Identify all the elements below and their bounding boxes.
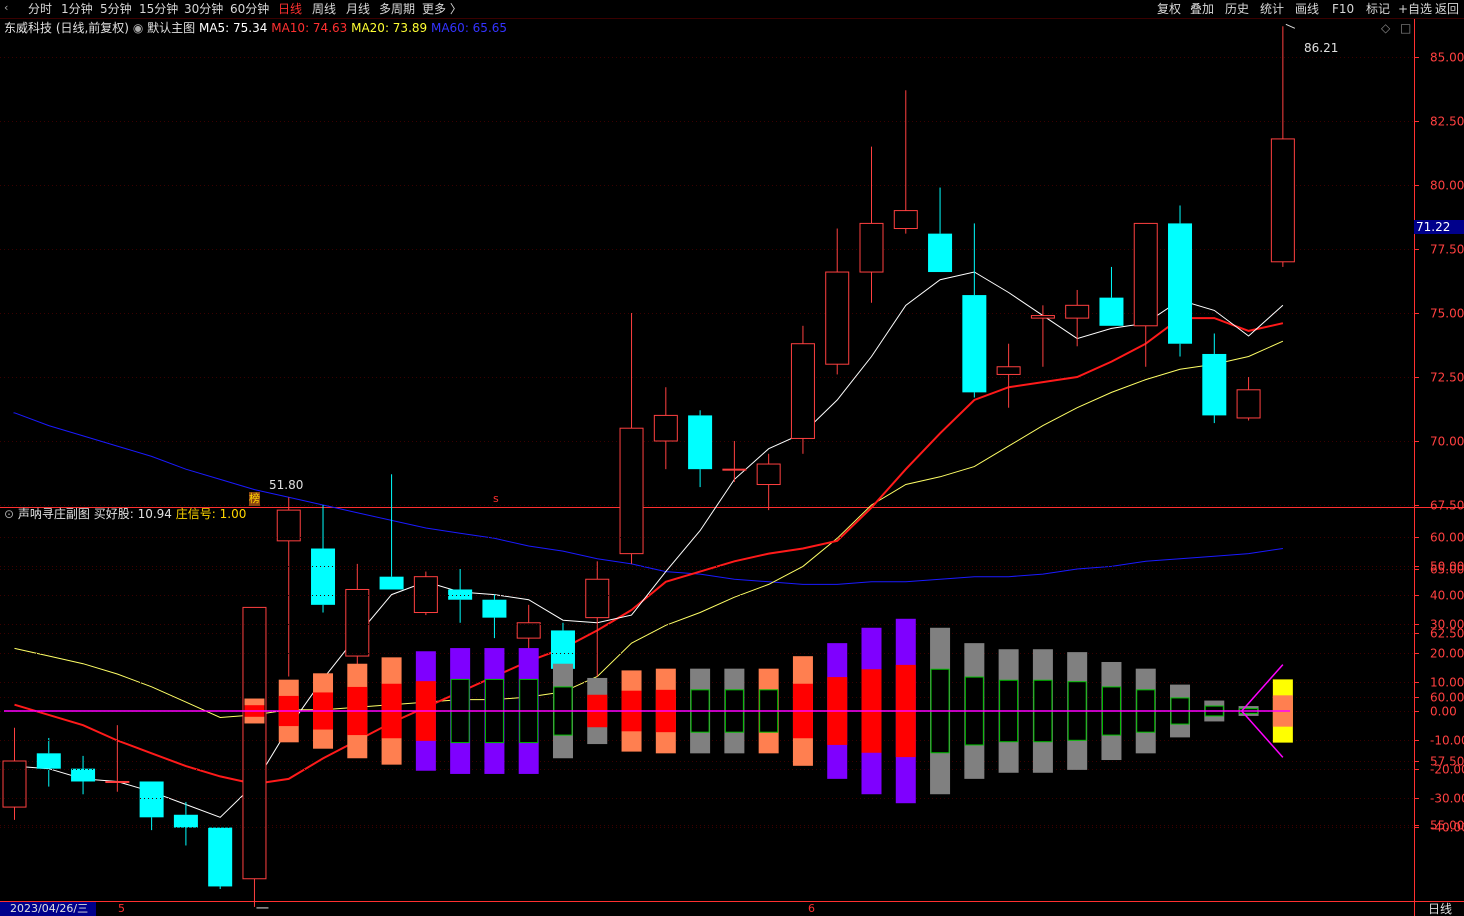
candle-body-up bbox=[653, 414, 678, 442]
ma10-value: MA10: 74.63 bbox=[271, 21, 348, 35]
sub-tick-label: 60.00 bbox=[1430, 531, 1464, 545]
ma20-value: MA20: 73.89 bbox=[351, 21, 428, 35]
candle-body-down bbox=[448, 589, 473, 600]
candle-body-up bbox=[242, 606, 267, 880]
candle-body-up bbox=[859, 222, 884, 273]
candle-body-up bbox=[1065, 304, 1090, 319]
candle-body-down bbox=[1168, 223, 1193, 344]
candle-body-up bbox=[516, 622, 541, 639]
sub-tick-label: -10.00 bbox=[1430, 734, 1464, 748]
rank-marker-badge[interactable]: 榜 bbox=[249, 492, 260, 506]
sub-tick-label: -40.00 bbox=[1430, 821, 1464, 835]
candle-body-up bbox=[413, 576, 438, 614]
candle-body-up bbox=[1236, 389, 1261, 419]
chart-canvas: 85.00 82.50 80.00 77.50 75.00 72.50 70.00 67.50… bbox=[0, 18, 1464, 916]
sub-tick-label: 50.00 bbox=[1430, 560, 1464, 574]
candle-body-down bbox=[482, 599, 507, 618]
candle-body-down bbox=[71, 768, 96, 782]
candle-body-up bbox=[756, 463, 781, 486]
sub-tick-label: 0.00 bbox=[1430, 705, 1457, 719]
candle-body-up bbox=[105, 780, 130, 783]
date-readout: 2023/04/26/三 bbox=[0, 902, 96, 916]
candle-body-up bbox=[996, 366, 1021, 375]
candle-body-up bbox=[1133, 222, 1158, 327]
sub-indicator-name[interactable]: 声呐寻庄副图 bbox=[18, 507, 90, 521]
low-price-label: 51.80 bbox=[269, 478, 304, 492]
candle-body-down bbox=[208, 827, 233, 887]
period-readout: 日线 bbox=[1427, 902, 1452, 916]
main-tick-label: 75.00 bbox=[1430, 307, 1464, 321]
candle-body-down bbox=[962, 295, 987, 393]
candle-body-down bbox=[550, 630, 575, 669]
ma5-value: MA5: 75.34 bbox=[198, 21, 268, 35]
main-tick-label: 80.00 bbox=[1430, 179, 1464, 193]
candle-body-up bbox=[619, 427, 644, 555]
stock-title[interactable]: 东威科技 (日线,前复权) bbox=[4, 21, 129, 35]
ma20-line bbox=[14, 340, 1284, 719]
main-tick-label: 85.00 bbox=[1430, 51, 1464, 65]
zhuang-signal-value: 庄信号: 1.00 bbox=[175, 507, 247, 521]
main-tick-label: 67.50 bbox=[1430, 499, 1464, 513]
close-icon[interactable]: □ bbox=[1400, 21, 1411, 35]
candle-body-up bbox=[276, 509, 301, 542]
ma60-line bbox=[14, 412, 1283, 585]
candle-body-down bbox=[1202, 353, 1227, 416]
main-tick-label: 77.50 bbox=[1430, 243, 1464, 257]
candle-body-up bbox=[1270, 138, 1295, 263]
candle-body-up bbox=[345, 588, 370, 657]
candle-body-down bbox=[173, 814, 198, 828]
indicator-settings-icon[interactable]: ◉ bbox=[133, 21, 143, 35]
candle-body-up bbox=[2, 760, 27, 808]
sub-tick-label: -30.00 bbox=[1430, 792, 1464, 806]
ma5-line bbox=[14, 271, 1284, 818]
main-chart-name[interactable]: 默认主图 bbox=[147, 21, 195, 35]
current-price-tag: 71.22 bbox=[1414, 220, 1464, 234]
sub-tick-label: -20.00 bbox=[1430, 763, 1464, 777]
candle-body-down bbox=[36, 753, 61, 769]
month-label-5: 5 bbox=[118, 902, 125, 915]
candle-body-down bbox=[928, 233, 953, 273]
main-tick-label: 72.50 bbox=[1430, 371, 1464, 385]
sub-tick-label: 30.00 bbox=[1430, 618, 1464, 632]
main-tick-label: 70.00 bbox=[1430, 435, 1464, 449]
collapse-icon[interactable]: ◇ bbox=[1381, 21, 1390, 35]
candle-body-up bbox=[722, 468, 747, 471]
main-tick-label: 60.00 bbox=[1430, 691, 1464, 705]
month-label-6: 6 bbox=[808, 902, 815, 915]
sub-tick-label: 40.00 bbox=[1430, 589, 1464, 603]
candle-body-down bbox=[311, 548, 336, 605]
candle-body-up bbox=[893, 210, 918, 230]
candle-body-down bbox=[688, 415, 713, 470]
candle-body-up bbox=[790, 343, 815, 439]
sub-tick-label: 20.00 bbox=[1430, 647, 1464, 661]
ma60-value: MA60: 65.65 bbox=[430, 21, 508, 35]
sub-collapse-icon[interactable]: ⊙ bbox=[4, 507, 14, 521]
buy-signal-value: 买好股: 10.94 bbox=[93, 507, 172, 521]
s-marker[interactable]: s bbox=[493, 492, 499, 506]
main-tick-label: 82.50 bbox=[1430, 115, 1464, 129]
high-marker-arrow bbox=[1285, 23, 1296, 29]
high-price-label: 86.21 bbox=[1304, 41, 1339, 55]
candle-body-up bbox=[1030, 315, 1055, 319]
sub-tick-label: 10.00 bbox=[1430, 676, 1464, 690]
candle-body-down bbox=[1099, 297, 1124, 326]
ma10-line bbox=[14, 317, 1284, 786]
candle-body-up bbox=[825, 271, 850, 365]
candle-body-down bbox=[139, 781, 164, 818]
candle-body-up bbox=[585, 578, 610, 619]
candle-body-down bbox=[379, 576, 404, 590]
